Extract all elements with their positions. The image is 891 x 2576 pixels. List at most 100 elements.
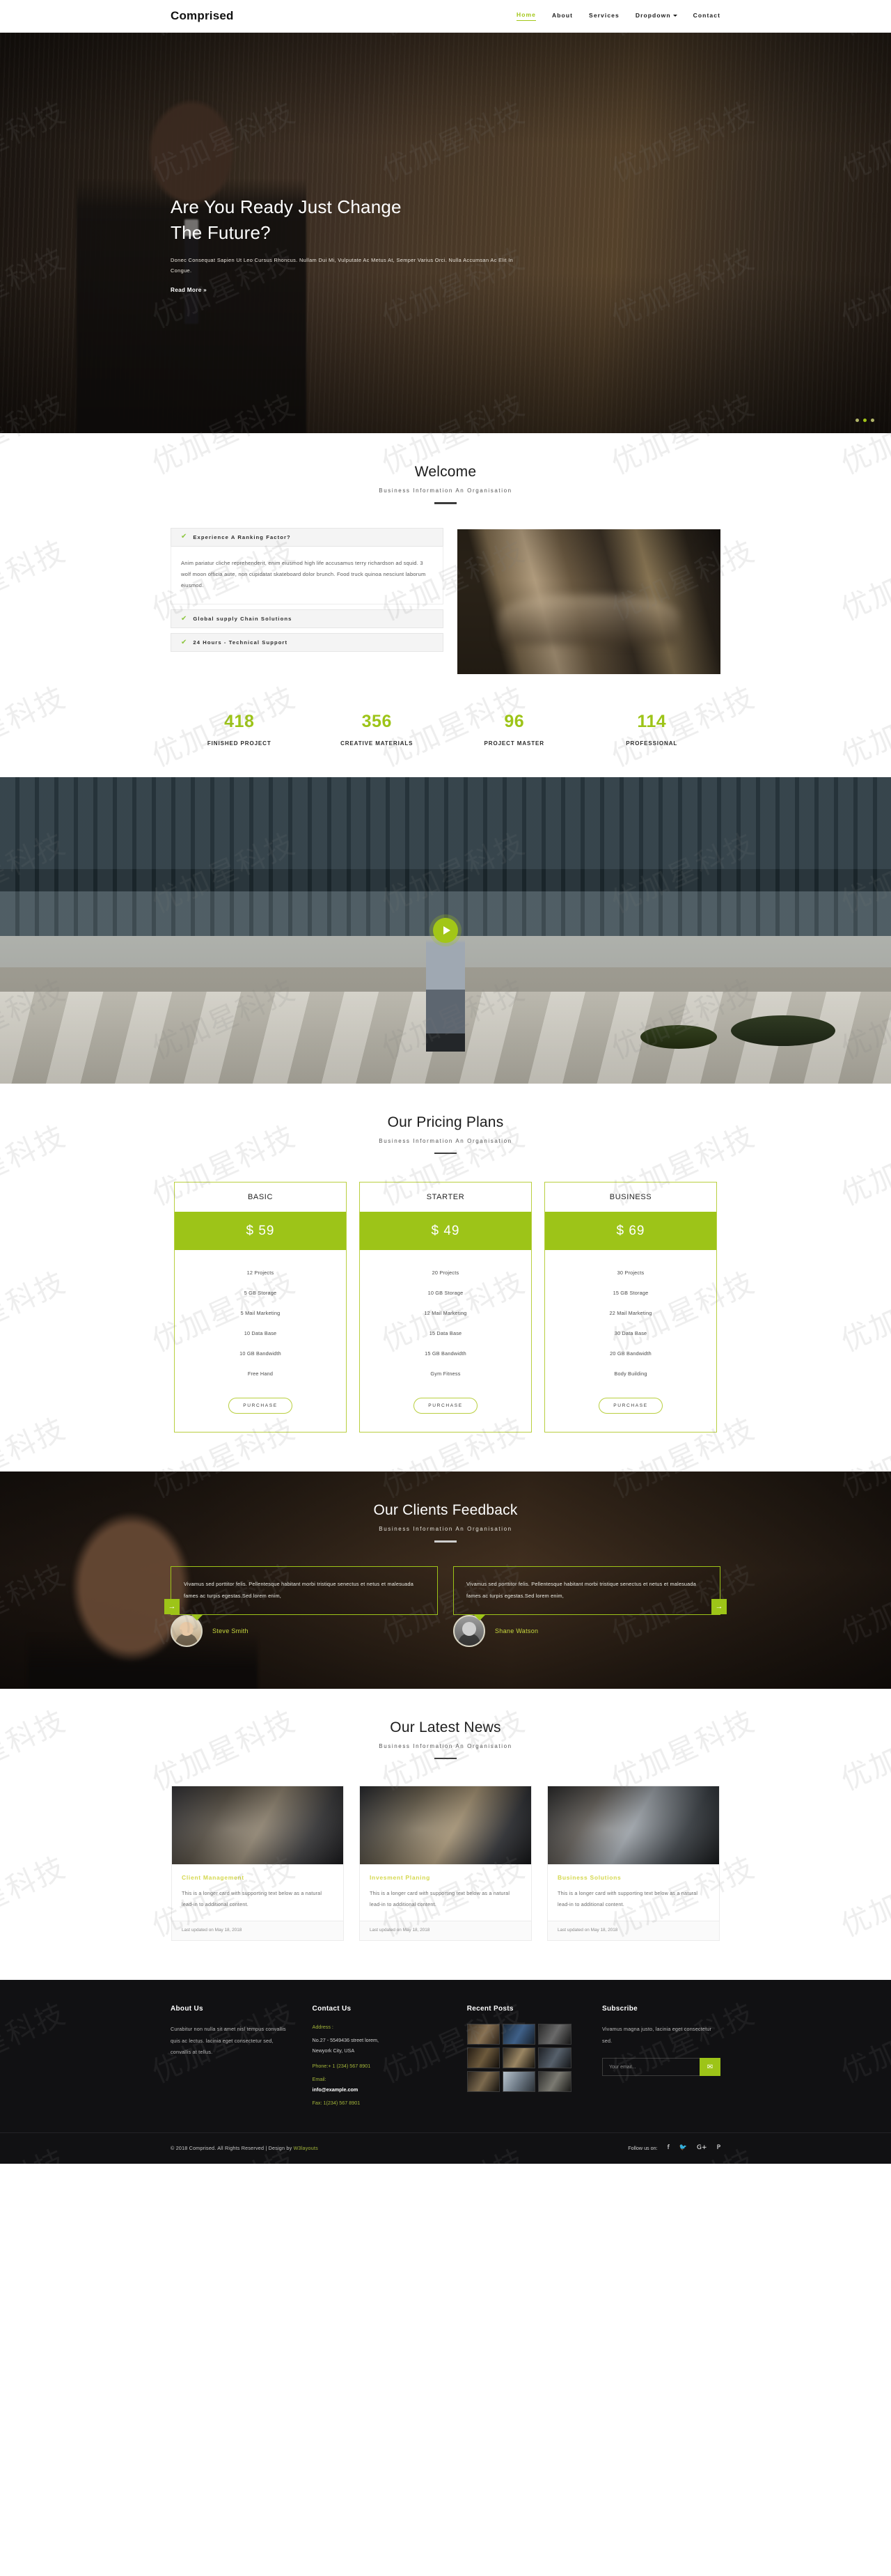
hero-dot-3[interactable] [871, 419, 874, 422]
hero-title-line2: The Future? [171, 221, 271, 243]
google-plus-icon[interactable]: G+ [697, 2144, 707, 2151]
plan-feature: 12 Mail Marketing [424, 1310, 467, 1316]
recent-post-thumb[interactable] [466, 2024, 500, 2045]
recent-post-thumb[interactable] [503, 2047, 536, 2069]
news-card-text: This is a longer card with supporting te… [370, 1890, 510, 1907]
twitter-icon[interactable]: 🐦 [679, 2144, 687, 2151]
plan-feature: Body Building [614, 1371, 647, 1377]
nav-item-dropdown[interactable]: Dropdown [636, 12, 677, 21]
news-card-title[interactable]: Invesment Planing [370, 1874, 521, 1881]
stat-project-master: 96 PROJECT MASTER [446, 712, 583, 747]
purchase-button-basic[interactable]: PURCHASE [228, 1398, 292, 1414]
recent-post-thumb[interactable] [503, 2071, 536, 2093]
recent-post-thumb[interactable] [503, 2024, 536, 2045]
play-icon[interactable] [433, 917, 458, 943]
hero-title-line1: Are You Ready Just Change [171, 196, 402, 217]
accordion-body-text: Anim pariatur cliche reprehenderit, enim… [181, 559, 426, 589]
purchase-button-starter[interactable]: PURCHASE [413, 1398, 478, 1414]
accordion-header-supply-chain[interactable]: ✔ Global supply Chain Solutions [171, 609, 443, 629]
footer-email[interactable]: info@example.com [313, 2086, 449, 2093]
recent-post-thumb[interactable] [538, 2071, 571, 2093]
footer-bottom-bar: © 2018 Comprised. All Rights Reserved | … [0, 2132, 891, 2164]
heading-rule [434, 502, 457, 504]
plan-feature: 30 Projects [617, 1270, 645, 1276]
news-heading: Our Latest News Business Information An … [171, 1689, 720, 1760]
stat-professional: 114 PROFESSIONAL [583, 712, 721, 747]
testimonials-subtitle: Business Information An Organisation [379, 1526, 512, 1532]
subscribe-email-input[interactable] [601, 2058, 700, 2077]
plan-feature: 12 Projects [246, 1270, 274, 1276]
recent-post-thumb[interactable] [466, 2047, 500, 2069]
welcome-handshake-image [457, 529, 720, 674]
recent-post-thumb[interactable] [538, 2024, 571, 2045]
accordion-label: Global supply Chain Solutions [193, 616, 292, 623]
welcome-title: Welcome [414, 464, 477, 480]
social-links: Follow us on: f 🐦 G+ P [628, 2144, 720, 2151]
hero-read-more-button[interactable]: Read More » [171, 287, 207, 293]
nav-item-home[interactable]: Home [516, 11, 536, 21]
stat-number: 114 [637, 711, 667, 731]
purchase-button-business[interactable]: PURCHASE [599, 1398, 663, 1414]
testimonials-section: Our Clients Feedback Business Informatio… [0, 1472, 891, 1689]
site-logo[interactable]: Comprised [171, 9, 234, 23]
footer-recent-title: Recent Posts [466, 2005, 514, 2013]
stat-finished-project: 418 FINISHED PROJECT [171, 712, 308, 747]
hero-paragraph: Donec Consequat Sapien Ut Leo Cursus Rho… [171, 256, 514, 274]
plan-feature: 5 GB Storage [244, 1290, 277, 1296]
pinterest-icon[interactable]: P [717, 2144, 720, 2151]
accordion-item: ✔ 24 Hours - Technical Support [171, 633, 443, 653]
recent-posts-thumbnails [466, 2024, 571, 2093]
site-header: Comprised Home About Services Dropdown C… [0, 0, 891, 33]
news-card-footer: Last updated on May 18, 2018 [360, 1921, 531, 1941]
subscribe-submit-button[interactable]: ✉ [699, 2058, 720, 2077]
news-card-title[interactable]: Client Management [182, 1874, 333, 1881]
nav-item-services[interactable]: Services [589, 12, 620, 21]
testimonial-next-arrow-icon[interactable]: → [711, 1598, 727, 1614]
news-thumbnail [172, 1786, 343, 1865]
recent-post-thumb[interactable] [538, 2047, 571, 2069]
plan-price: $ 69 [545, 1212, 716, 1250]
nav-dropdown-label: Dropdown [635, 11, 671, 19]
news-thumbnail [360, 1786, 531, 1865]
accordion-header-support[interactable]: ✔ 24 Hours - Technical Support [171, 633, 443, 653]
news-card-footer: Last updated on May 18, 2018 [172, 1921, 343, 1941]
accordion-label: Experience A Ranking Factor? [193, 533, 291, 540]
footer-address-label: Address : [312, 2024, 333, 2031]
stat-number: 418 [224, 711, 255, 731]
footer-column-subscribe: Subscribe Vivamus magna justo, lacinia e… [601, 2005, 720, 2106]
check-icon: ✔ [181, 533, 187, 540]
plan-feature: 15 Data Base [429, 1330, 462, 1336]
footer-column-about: About Us Curabitur non nulla sit amet ni… [171, 2005, 294, 2106]
testimonial-name: Shane Watson [495, 1627, 539, 1634]
stat-creative-materials: 356 CREATIVE MATERIALS [308, 712, 446, 747]
news-card-business-solutions[interactable]: Business Solutions This is a longer card… [547, 1786, 720, 1942]
facebook-icon[interactable]: f [668, 2144, 670, 2151]
footer-subscribe-text: Vivamus magna justo, lacinia eget consec… [601, 2026, 712, 2044]
news-card-client-management[interactable]: Client Management This is a longer card … [171, 1786, 344, 1942]
nav-item-contact[interactable]: Contact [693, 12, 720, 21]
hero-dot-1[interactable] [855, 419, 859, 422]
video-background-planter-2 [640, 1024, 717, 1049]
hero-banner: Are You Ready Just Change The Future? Do… [0, 33, 891, 433]
news-card-footer: Last updated on May 18, 2018 [548, 1921, 719, 1941]
hero-dot-2[interactable] [863, 419, 867, 422]
testimonial-prev-arrow-icon[interactable]: → [164, 1598, 180, 1614]
hero-content: Are You Ready Just Change The Future? Do… [171, 194, 588, 295]
design-credit-link[interactable]: W3layouts [294, 2145, 318, 2151]
news-card-title[interactable]: Business Solutions [558, 1874, 709, 1881]
copyright-text: © 2018 Comprised. All Rights Reserved | … [171, 2145, 318, 2151]
plan-feature: 10 GB Bandwidth [239, 1350, 281, 1357]
footer-phone[interactable]: Phone:+ 1 (234) 567 8901 [313, 2063, 449, 2069]
testimonial-person-1: Steve Smith [171, 1614, 438, 1647]
nav-item-about[interactable]: About [552, 12, 573, 21]
footer-about-text: Curabitur non nulla sit amet nisl tempus… [171, 2026, 286, 2056]
accordion-header-experience[interactable]: ✔ Experience A Ranking Factor? [171, 527, 443, 547]
recent-post-thumb[interactable] [466, 2071, 500, 2093]
plan-feature: Gym Fitness [430, 1371, 461, 1377]
video-banner [0, 776, 891, 1084]
news-card-invesment-planing[interactable]: Invesment Planing This is a longer card … [359, 1786, 532, 1942]
footer-address-line-2: Newyork City, USA [312, 2047, 355, 2054]
plan-feature: 10 GB Storage [427, 1290, 464, 1296]
features-accordion: ✔ Experience A Ranking Factor? Anim pari… [171, 527, 443, 657]
pricing-subtitle: Business Information An Organisation [379, 1137, 512, 1144]
